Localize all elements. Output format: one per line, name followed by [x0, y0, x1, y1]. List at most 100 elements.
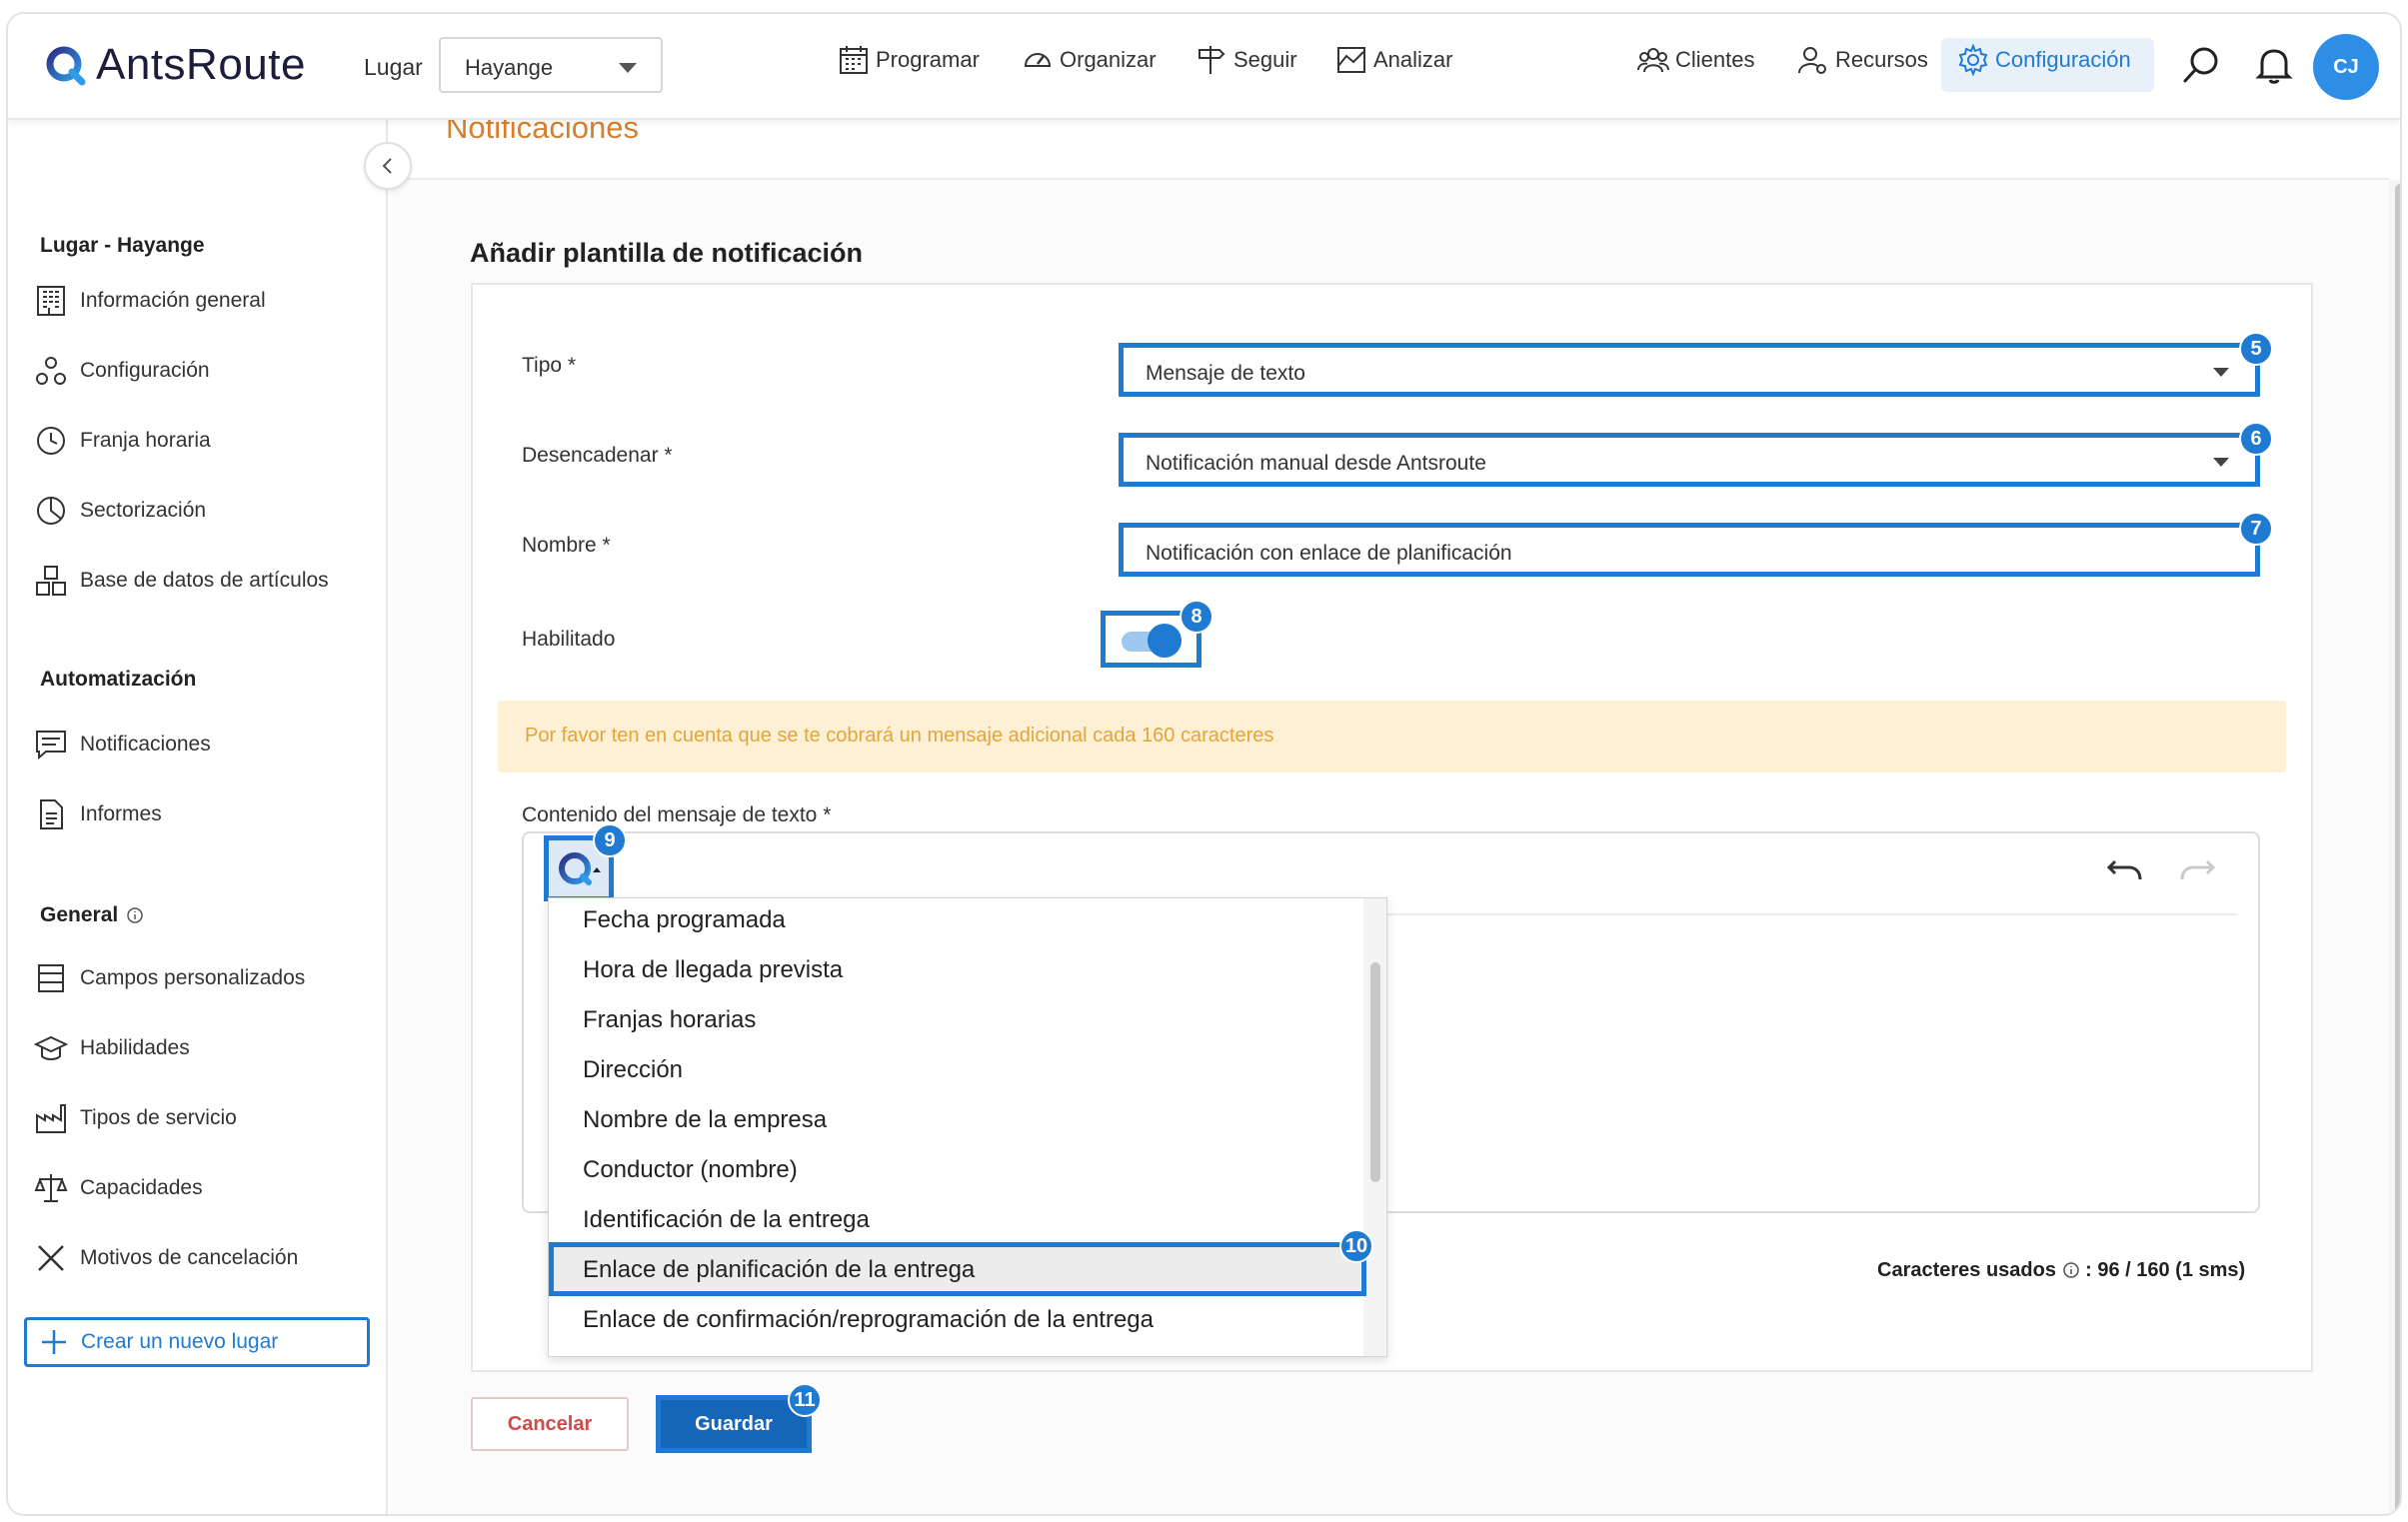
characters-used: Caracteres usados : 96 / 160 (1 sms)	[1877, 1259, 2245, 1282]
sidebar-item-label: Habilidades	[80, 1036, 190, 1059]
sidebar-item-sectorizacion[interactable]: Sectorización	[34, 494, 206, 528]
message-icon	[36, 731, 66, 761]
close-icon	[38, 1245, 64, 1271]
nav-organizar-label: Organizar	[1060, 47, 1157, 72]
nav-recursos-label: Recursos	[1835, 47, 1928, 72]
create-lugar-label: Crear un nuevo lugar	[81, 1330, 279, 1353]
nav-clientes[interactable]: Clientes	[1637, 44, 1754, 76]
desencadenar-select-value: Notificación manual desde Antsroute	[1146, 452, 1486, 475]
bell-icon[interactable]	[2253, 44, 2295, 86]
clock-icon	[37, 427, 65, 455]
nav-configuracion-label: Configuración	[1995, 47, 2131, 72]
dropdown-item[interactable]: Dirección	[583, 1056, 683, 1084]
create-lugar-button[interactable]: Crear un nuevo lugar	[24, 1317, 370, 1367]
dropdown-item[interactable]: Franjas horarias	[583, 1006, 756, 1034]
antsroute-logo-icon	[46, 46, 86, 86]
cancel-button[interactable]: Cancelar	[471, 1397, 629, 1451]
antsroute-logo-icon	[559, 852, 601, 885]
document-icon	[40, 799, 63, 829]
nav-analizar[interactable]: Analizar	[1335, 44, 1452, 76]
sidebar-item-label: Configuración	[80, 359, 210, 382]
nav-programar[interactable]: Programar	[838, 44, 980, 76]
lugar-label: Lugar	[364, 54, 423, 80]
calendar-icon	[840, 46, 868, 74]
sidebar-item-habilidades[interactable]: Habilidades	[34, 1031, 190, 1065]
nombre-input[interactable]: Notificación con enlace de planificación	[1119, 523, 2260, 577]
desencadenar-select[interactable]: Notificación manual desde Antsroute	[1119, 433, 2260, 487]
nombre-label: Nombre *	[522, 534, 611, 557]
sidebar-item-label: Tipos de servicio	[80, 1106, 237, 1129]
sidebar-item-informes[interactable]: Informes	[34, 797, 162, 831]
boxes-icon	[36, 566, 66, 596]
scale-icon	[34, 1174, 68, 1202]
nav-configuracion[interactable]: Configuración	[1957, 44, 2131, 76]
graduation-cap-icon	[34, 1035, 68, 1060]
dropdown-item[interactable]: Identificación de la entrega	[583, 1206, 870, 1234]
tipo-select-value: Mensaje de texto	[1146, 362, 1305, 385]
undo-icon[interactable]	[2105, 855, 2145, 887]
redo-icon[interactable]	[2177, 855, 2217, 887]
chars-label: Caracteres usados	[1877, 1259, 2056, 1281]
collapse-sidebar-button[interactable]	[364, 142, 412, 190]
top-bar: AntsRoute Lugar Hayange Programar Organi…	[8, 14, 2400, 120]
list-icon	[38, 964, 64, 992]
sidebar-item-label: Franja horaria	[80, 429, 211, 452]
page-scrollbar[interactable]	[2389, 180, 2400, 1514]
page-title: Añadir plantilla de notificación	[470, 238, 864, 268]
sidebar-item-label: Información general	[80, 289, 266, 312]
pie-icon	[37, 497, 65, 525]
sms-notice: Por favor ten en cuenta que se te cobrar…	[498, 701, 2286, 772]
nombre-input-value: Notificación con enlace de planificación	[1146, 542, 1512, 565]
sidebar-item-tipos-servicio[interactable]: Tipos de servicio	[34, 1101, 237, 1135]
search-icon[interactable]	[2181, 44, 2223, 86]
sidebar-item-informacion-general[interactable]: Información general	[34, 284, 266, 318]
nav-organizar[interactable]: Organizar	[1022, 44, 1157, 76]
lugar-select-value: Hayange	[465, 55, 554, 80]
chars-value: : 96 / 160 (1 sms)	[2085, 1259, 2246, 1281]
logo-text: AntsRoute	[96, 40, 306, 89]
dropdown-item[interactable]: Fecha programada	[583, 906, 786, 934]
nav-seguir[interactable]: Seguir	[1196, 44, 1297, 76]
page-scroll-thumb[interactable]	[2395, 184, 2400, 1513]
app-window: AntsRoute Lugar Hayange Programar Organi…	[6, 12, 2402, 1516]
dropdown-item[interactable]: Hora de llegada prevista	[583, 956, 843, 984]
dropdown-item[interactable]: Conductor (nombre)	[583, 1156, 798, 1184]
gauge-icon	[1024, 53, 1052, 67]
avatar[interactable]: CJ	[2313, 34, 2379, 100]
nav-analizar-label: Analizar	[1373, 47, 1453, 72]
chevron-down-icon	[619, 63, 637, 73]
step-badge-7: 7	[2239, 512, 2273, 546]
nav-clientes-label: Clientes	[1675, 47, 1755, 72]
gear-icon	[1958, 44, 1988, 76]
nav-seguir-label: Seguir	[1233, 47, 1297, 72]
sidebar-item-campos-personalizados[interactable]: Campos personalizados	[34, 961, 305, 995]
sidebar-item-capacidades[interactable]: Capacidades	[34, 1171, 203, 1205]
nav-recursos[interactable]: Recursos	[1797, 44, 1928, 76]
sidebar-item-notificaciones[interactable]: Notificaciones	[34, 728, 211, 761]
sidebar-item-label: Informes	[80, 802, 162, 825]
habilitado-label: Habilitado	[522, 628, 616, 651]
sidebar: Lugar - Hayange Información general Conf…	[8, 120, 388, 1514]
dropdown-item[interactable]: Enlace de confirmación/reprogramación de…	[583, 1306, 1154, 1334]
dropdown-scroll-thumb[interactable]	[1370, 962, 1380, 1182]
plus-icon	[42, 1330, 66, 1354]
chevron-left-icon	[382, 158, 392, 174]
section-title-automatizacion: Automatización	[40, 668, 197, 691]
gears-icon	[36, 357, 66, 385]
logo[interactable]: AntsRoute	[44, 40, 306, 90]
sidebar-item-configuracion[interactable]: Configuración	[34, 354, 210, 388]
tipo-select[interactable]: Mensaje de texto	[1119, 343, 2260, 397]
sidebar-item-motivos-cancelacion[interactable]: Motivos de cancelación	[34, 1241, 298, 1275]
step-badge-9: 9	[593, 823, 627, 857]
step-badge-5: 5	[2239, 332, 2273, 366]
sidebar-item-label: Motivos de cancelación	[80, 1246, 299, 1269]
chart-icon	[1337, 47, 1365, 73]
sidebar-item-franja-horaria[interactable]: Franja horaria	[34, 424, 211, 458]
sidebar-item-base-datos-articulos[interactable]: Base de datos de artículos	[34, 564, 329, 598]
section-title-general: General	[40, 903, 144, 927]
dropdown-item[interactable]: Nombre de la empresa	[583, 1106, 827, 1134]
dropdown-item-selected[interactable]: Enlace de planificación de la entrega	[583, 1256, 975, 1284]
lugar-select[interactable]: Hayange	[439, 37, 663, 93]
users-icon	[1637, 48, 1669, 73]
section-title-lugar: Lugar - Hayange	[40, 234, 205, 257]
